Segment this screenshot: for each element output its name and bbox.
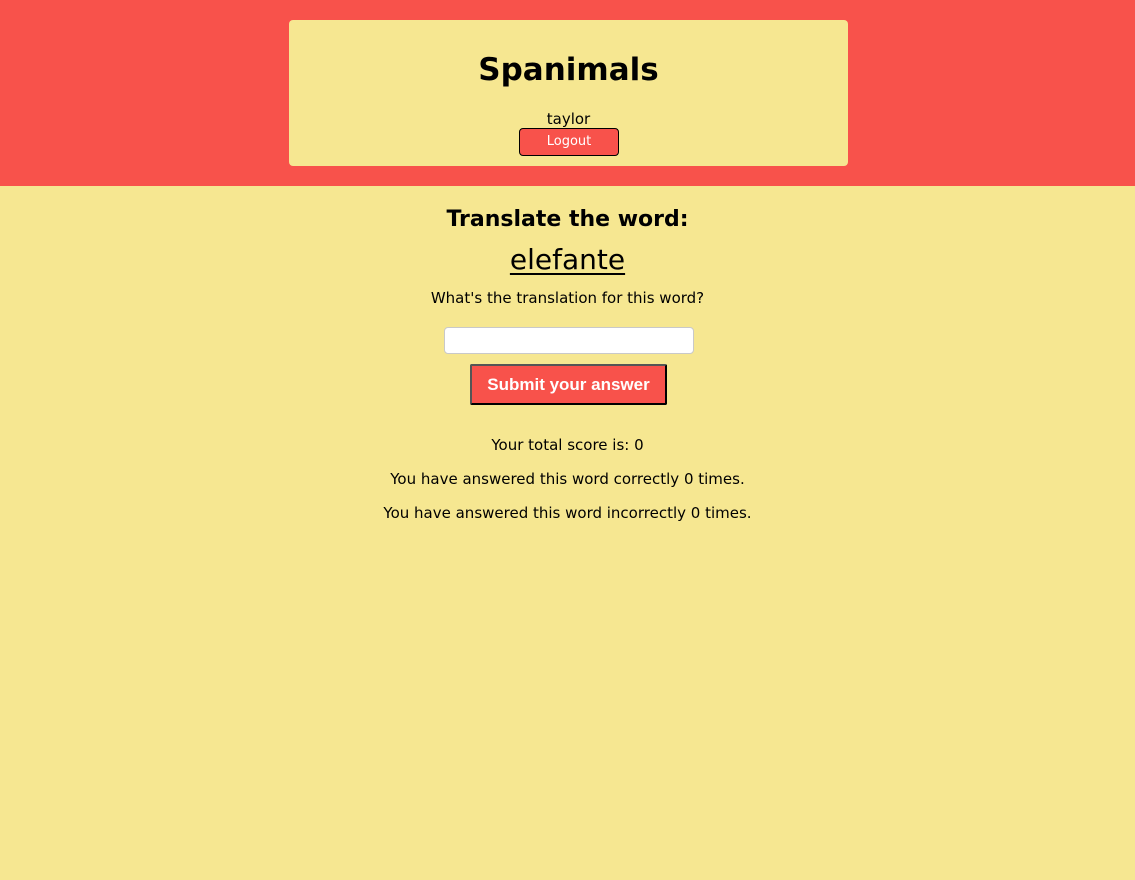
answer-input[interactable] <box>444 327 694 354</box>
username-label: taylor <box>546 110 591 128</box>
header-band: Spanimals taylor Logout <box>0 0 1135 186</box>
total-score-text: Your total score is: 0 <box>491 436 644 454</box>
correct-count-text: You have answered this word correctly 0 … <box>390 470 745 488</box>
submit-answer-button[interactable]: Submit your answer <box>470 364 667 405</box>
logout-button[interactable]: Logout <box>519 128 619 156</box>
translation-instruction: What's the translation for this word? <box>430 289 705 307</box>
quiz-section: Translate the word: elefante What's the … <box>0 186 1135 880</box>
prompt-heading: Translate the word: <box>446 207 689 232</box>
target-word: elefante <box>509 243 626 276</box>
incorrect-count-text: You have answered this word incorrectly … <box>383 504 752 522</box>
app-title: Spanimals <box>478 52 659 88</box>
header-card: Spanimals taylor Logout <box>289 20 848 166</box>
